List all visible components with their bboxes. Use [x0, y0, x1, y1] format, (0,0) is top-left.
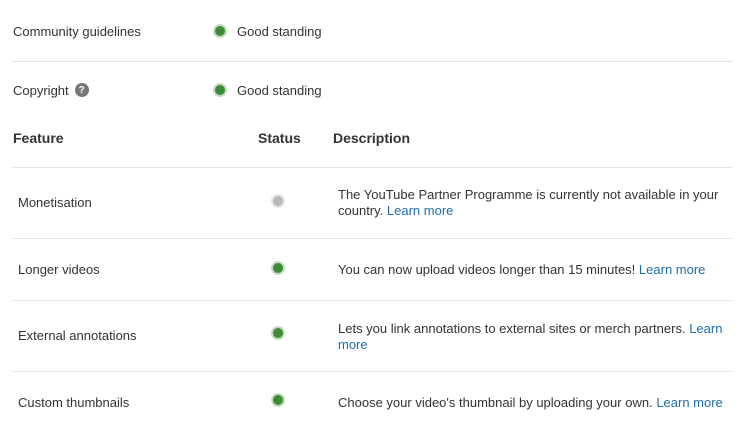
feature-description: The YouTube Partner Programme is current…	[338, 187, 730, 219]
feature-name: External annotations	[18, 328, 137, 343]
features-table-header: Feature Status Description	[13, 128, 733, 148]
status-unavailable-icon	[271, 194, 285, 208]
feature-description: Lets you link annotations to external si…	[338, 321, 730, 353]
feature-status	[271, 326, 285, 343]
status-good-icon	[213, 24, 227, 38]
feature-description-text: Choose your video's thumbnail by uploadi…	[338, 395, 653, 410]
header-status: Status	[258, 130, 301, 146]
community-guidelines-label: Community guidelines	[13, 23, 141, 39]
status-good-icon	[271, 326, 285, 340]
copyright-row: Copyright ? Good standing	[13, 80, 733, 100]
table-row: Monetisation The YouTube Partner Program…	[13, 168, 733, 238]
community-guidelines-status: Good standing	[213, 24, 322, 39]
table-row: Longer videos You can now upload videos …	[13, 239, 733, 300]
copyright-status-text: Good standing	[237, 82, 322, 98]
table-row: External annotations Lets you link annot…	[13, 301, 733, 371]
feature-description-text: Lets you link annotations to external si…	[338, 321, 686, 336]
feature-status	[271, 194, 285, 211]
divider	[13, 61, 733, 62]
learn-more-link[interactable]: Learn more	[639, 262, 705, 277]
feature-name: Custom thumbnails	[18, 395, 130, 410]
copyright-label-wrap: Copyright ?	[13, 83, 213, 98]
learn-more-link[interactable]: Learn more	[387, 203, 453, 218]
feature-name: Monetisation	[18, 195, 92, 210]
community-guidelines-status-text: Good standing	[237, 23, 322, 39]
help-icon[interactable]: ?	[74, 83, 89, 97]
feature-status	[271, 261, 285, 278]
header-feature: Feature	[13, 130, 64, 146]
feature-description: Choose your video's thumbnail by uploadi…	[338, 395, 738, 411]
copyright-status: Good standing	[213, 83, 322, 98]
copyright-label: Copyright	[13, 82, 69, 98]
status-good-icon	[271, 261, 285, 275]
feature-description: You can now upload videos longer than 15…	[338, 262, 738, 278]
community-guidelines-row: Community guidelines Good standing	[13, 21, 733, 41]
status-good-icon	[271, 393, 285, 407]
status-good-icon	[213, 83, 227, 97]
header-description: Description	[333, 130, 411, 146]
feature-description-text: You can now upload videos longer than 15…	[338, 262, 636, 277]
learn-more-link[interactable]: Learn more	[656, 395, 722, 410]
table-row: Custom thumbnails Choose your video's th…	[13, 372, 733, 426]
feature-name: Longer videos	[18, 262, 100, 277]
feature-status	[271, 393, 285, 410]
